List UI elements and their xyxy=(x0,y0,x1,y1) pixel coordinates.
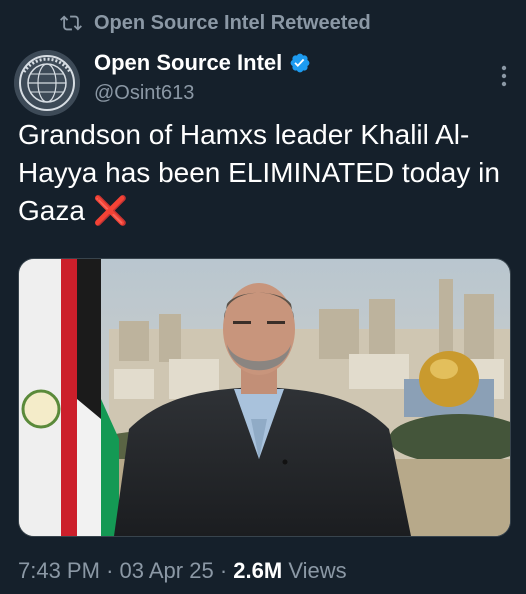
tweet-media-photo[interactable] xyxy=(18,258,511,537)
tweet-card[interactable]: Open Source Intel Retweeted Open Source … xyxy=(0,0,526,594)
views-label: Views xyxy=(288,558,347,583)
author-handle[interactable]: @Osint613 xyxy=(94,82,194,105)
retweet-icon xyxy=(60,15,82,31)
tweet-time[interactable]: 7:43 PM xyxy=(18,558,100,583)
tweet-text: Grandson of Hamxs leader Khalil Al-Hayya… xyxy=(18,116,513,230)
retweet-indicator[interactable]: Open Source Intel Retweeted xyxy=(60,10,371,36)
globe-logo-icon xyxy=(14,50,80,116)
author-name-row[interactable]: Open Source Intel xyxy=(94,50,311,76)
views-count: 2.6M xyxy=(233,558,283,583)
tweet-meta: 7:43 PM · 03 Apr 25 · 2.6M Views xyxy=(18,558,347,584)
more-options-icon[interactable] xyxy=(500,64,508,88)
verified-badge-icon xyxy=(290,53,310,73)
avatar[interactable] xyxy=(14,50,80,116)
tweet-date[interactable]: 03 Apr 25 xyxy=(120,558,214,583)
author-display-name[interactable]: Open Source Intel xyxy=(94,50,282,76)
cross-mark-emoji: ❌ xyxy=(92,195,128,226)
meta-separator: · xyxy=(106,558,114,583)
tweet-body: Grandson of Hamxs leader Khalil Al-Hayya… xyxy=(18,119,500,226)
photo-man-in-suit-with-flags-and-dome xyxy=(19,259,510,536)
retweet-label: Open Source Intel Retweeted xyxy=(94,11,371,34)
meta-separator: · xyxy=(219,558,228,583)
